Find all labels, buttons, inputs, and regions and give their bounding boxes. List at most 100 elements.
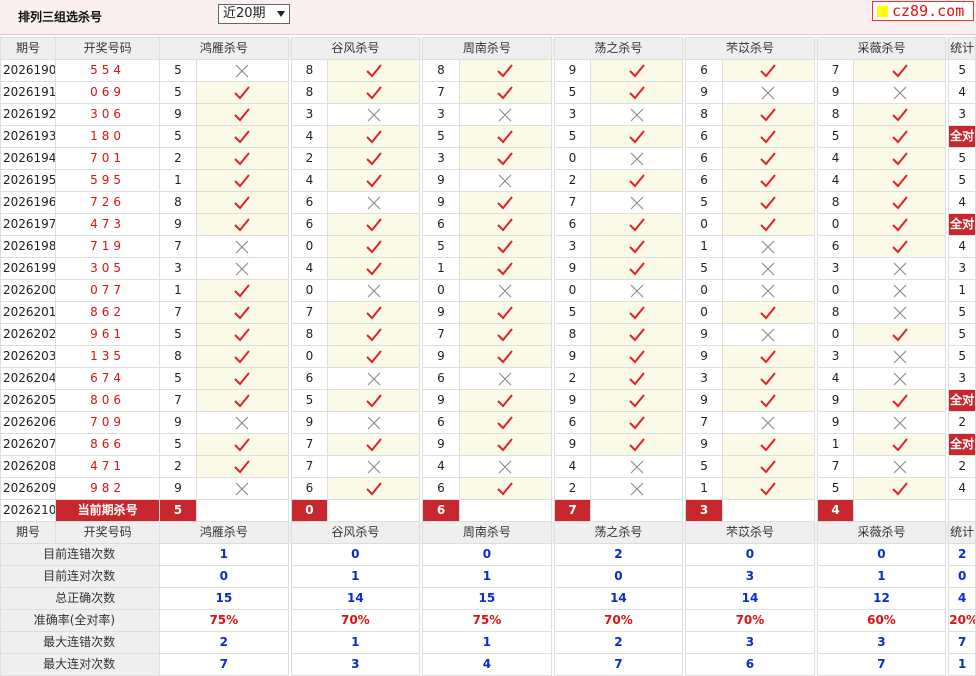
- kill-digit: 3: [816, 257, 855, 280]
- current-kill-digit: 0: [290, 499, 329, 522]
- check-icon: [234, 107, 250, 121]
- stat-value: 2: [553, 543, 684, 566]
- kill-digit: 2: [553, 169, 592, 192]
- check-icon: [365, 129, 382, 143]
- cross-icon: [498, 108, 512, 121]
- result-correct: [590, 345, 684, 368]
- result-wrong: [721, 411, 815, 434]
- result-wrong: [853, 81, 947, 104]
- result-correct: [327, 257, 421, 280]
- result-correct: [721, 367, 815, 390]
- current-kill-digit: 7: [553, 499, 592, 522]
- result-correct: [590, 411, 684, 434]
- check-icon: [497, 393, 514, 407]
- kill-digit: 9: [422, 301, 460, 324]
- kill-digit: 4: [290, 125, 329, 148]
- issue-number: 2026207: [0, 433, 57, 456]
- period-select[interactable]: 近20期: [218, 4, 290, 24]
- issue-number: 2026205: [0, 389, 57, 412]
- correct-count: 5: [948, 147, 976, 170]
- check-icon: [629, 349, 645, 363]
- result-correct: [590, 125, 684, 148]
- kill-digit: 7: [422, 323, 460, 346]
- result-correct: [590, 257, 684, 280]
- kill-digit: 9: [422, 433, 460, 456]
- result-wrong: [327, 367, 421, 390]
- kill-digit: 8: [816, 103, 855, 126]
- stat-row: 准确率(全对率) 75% 70% 75% 70% 70% 60% 20%: [0, 609, 976, 632]
- result-correct: [327, 125, 421, 148]
- draw-number: 719: [55, 235, 161, 258]
- check-icon: [497, 305, 514, 319]
- result-correct: [327, 235, 421, 258]
- check-icon: [760, 349, 777, 363]
- kill-digit: 3: [422, 103, 460, 126]
- stat-value: 3: [685, 631, 815, 654]
- result-correct: [721, 191, 815, 214]
- cross-icon: [761, 240, 775, 253]
- page-title: 排列三组选杀号: [18, 10, 103, 24]
- result-wrong: [327, 411, 421, 434]
- result-correct: [327, 81, 421, 104]
- result-wrong: [853, 345, 947, 368]
- kill-digit: 6: [685, 59, 723, 82]
- check-icon: [629, 173, 645, 187]
- result-correct: [590, 235, 684, 258]
- issue-number: 2026194: [0, 147, 57, 170]
- stat-value: 1: [159, 543, 289, 566]
- table-header-row: 期号 开奖号码 鸿雁杀号 谷风杀号 周南杀号 荡之杀号 芣苡杀号 采薇杀号 统计: [0, 37, 976, 60]
- table-row: 2026194 701 2 2 3 0 6 4 5: [0, 147, 976, 170]
- issue-number: 2026208: [0, 455, 57, 478]
- stat-value: 0: [553, 565, 684, 588]
- result-wrong: [458, 367, 552, 390]
- result-wrong: [721, 235, 815, 258]
- stat-value: 4: [422, 653, 552, 676]
- current-stat-blank: [948, 499, 976, 522]
- result-correct: [590, 213, 684, 236]
- kill-digit: 8: [290, 59, 329, 82]
- check-icon: [892, 195, 908, 209]
- check-icon: [365, 437, 382, 451]
- result-correct: [590, 301, 684, 324]
- kill-digit: 0: [685, 301, 723, 324]
- draw-number: 674: [55, 367, 161, 390]
- kill-digit: 9: [159, 103, 197, 126]
- cross-icon: [761, 86, 775, 99]
- check-icon: [760, 393, 777, 407]
- cross-icon: [630, 460, 644, 473]
- kill-digit: 3: [553, 103, 592, 126]
- stat-value: 1: [816, 565, 947, 588]
- stat-value: 60%: [816, 609, 947, 632]
- result-correct: [853, 169, 947, 192]
- result-correct: [590, 323, 684, 346]
- result-wrong: [721, 257, 815, 280]
- kill-digit: 9: [422, 191, 460, 214]
- check-icon: [629, 393, 645, 407]
- header-killer-4: 荡之杀号: [553, 521, 684, 544]
- check-icon: [892, 437, 908, 451]
- result-correct: [195, 191, 289, 214]
- cross-icon: [893, 460, 907, 473]
- kill-number-table: 期号 开奖号码 鸿雁杀号 谷风杀号 周南杀号 荡之杀号 芣苡杀号 采薇杀号 统计 2026190 5…: [0, 37, 976, 676]
- result-correct: [195, 169, 289, 192]
- site-logo[interactable]: cz89.com: [872, 1, 974, 21]
- result-correct: [458, 235, 552, 258]
- issue-number: 2026206: [0, 411, 57, 434]
- kill-digit: 9: [422, 389, 460, 412]
- kill-digit: 2: [290, 147, 329, 170]
- result-wrong: [853, 279, 947, 302]
- stat-total: 1: [948, 653, 976, 676]
- result-correct: [458, 59, 552, 82]
- result-correct: [458, 81, 552, 104]
- result-wrong: [195, 411, 289, 434]
- result-correct: [721, 125, 815, 148]
- check-icon: [892, 151, 908, 165]
- check-icon: [629, 305, 645, 319]
- issue-number: 2026198: [0, 235, 57, 258]
- kill-digit: 6: [553, 411, 592, 434]
- check-icon: [629, 239, 645, 253]
- check-icon: [365, 63, 382, 77]
- check-icon: [497, 63, 514, 77]
- stat-value: 2: [159, 631, 289, 654]
- correct-count: 5: [948, 345, 976, 368]
